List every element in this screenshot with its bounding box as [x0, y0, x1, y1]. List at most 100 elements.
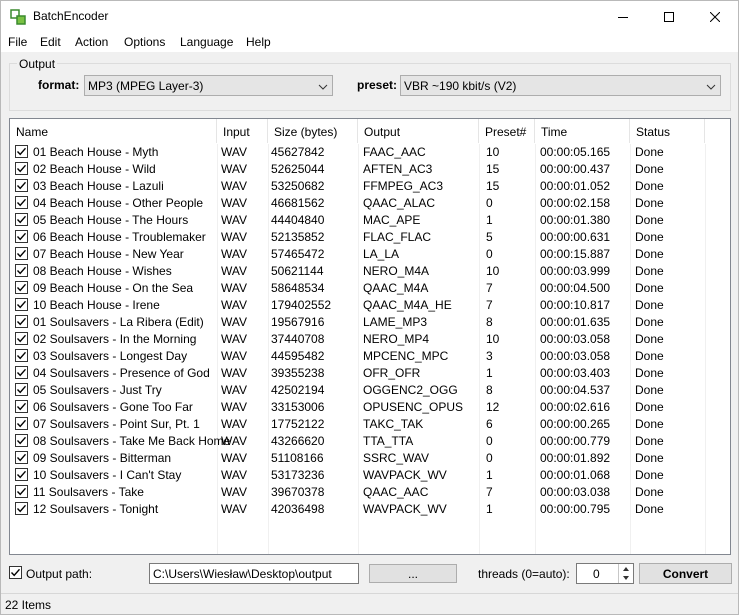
cell-time: 00:00:01.052 — [540, 179, 611, 193]
output-path-label: Output path: — [26, 567, 93, 581]
row-checkbox[interactable] — [15, 502, 28, 515]
table-row[interactable]: 03 Beach House - Lazuli WAV 53250682 FFMPEG… — [10, 178, 730, 195]
table-row[interactable]: 09 Soulsavers - Bitterman WAV 51108166 SSRC… — [10, 450, 730, 467]
menu-action[interactable]: Action — [75, 35, 108, 49]
row-checkbox[interactable] — [15, 434, 28, 447]
close-button[interactable] — [692, 1, 738, 32]
menu-options[interactable]: Options — [124, 35, 165, 49]
row-checkbox[interactable] — [15, 281, 28, 294]
menu-edit[interactable]: Edit — [40, 35, 61, 49]
cell-status: Done — [635, 349, 664, 363]
table-row[interactable]: 10 Beach House - Irene WAV 179402552 QAAC_M… — [10, 297, 730, 314]
spin-down-icon[interactable] — [622, 575, 630, 581]
cell-size: 37440708 — [271, 332, 325, 346]
row-checkbox[interactable] — [15, 264, 28, 277]
menu-file[interactable]: File — [8, 35, 27, 49]
table-row[interactable]: 05 Soulsavers - Just Try WAV 42502194 OGGEN… — [10, 382, 730, 399]
table-row[interactable]: 03 Soulsavers - Longest Day WAV 44595482 MP… — [10, 348, 730, 365]
cell-input: WAV — [221, 468, 247, 482]
column-header-status[interactable]: Status — [630, 119, 705, 143]
threads-stepper[interactable]: 0 — [576, 563, 634, 584]
cell-output: MPCENC_MPC — [363, 349, 449, 363]
threads-spin[interactable] — [618, 564, 633, 583]
column-header-time[interactable]: Time — [535, 119, 630, 143]
row-checkbox[interactable] — [15, 417, 28, 430]
cell-name: 09 Beach House - On the Sea — [33, 281, 194, 295]
cell-name: 05 Soulsavers - Just Try — [33, 383, 162, 397]
cell-time: 00:00:02.158 — [540, 196, 611, 210]
row-checkbox[interactable] — [15, 230, 28, 243]
cell-time: 00:00:04.500 — [540, 281, 611, 295]
table-row[interactable]: 11 Soulsavers - Take WAV 39670378 QAAC_AAC 7… — [10, 484, 730, 501]
table-row[interactable]: 08 Soulsavers - Take Me Back Home WAV 4326… — [10, 433, 730, 450]
table-row[interactable]: 01 Beach House - Myth WAV 45627842 FAAC_AAC… — [10, 144, 730, 161]
row-checkbox[interactable] — [15, 196, 28, 209]
table-row[interactable]: 04 Beach House - Other People WAV 46681562… — [10, 195, 730, 212]
column-header-preset[interactable]: Preset# — [479, 119, 535, 143]
minimize-button[interactable] — [600, 1, 646, 32]
cell-time: 00:00:00.437 — [540, 162, 611, 176]
menu-help[interactable]: Help — [246, 35, 271, 49]
table-row[interactable]: 04 Soulsavers - Presence of God WAV 393552… — [10, 365, 730, 382]
menu-language[interactable]: Language — [180, 35, 233, 49]
row-checkbox[interactable] — [15, 247, 28, 260]
browse-button[interactable]: ... — [369, 564, 457, 583]
checkmark-icon — [16, 504, 27, 513]
output-path-field[interactable]: C:\Users\Wiesław\Desktop\output — [149, 563, 359, 584]
cell-name: 12 Soulsavers - Tonight — [33, 502, 159, 516]
row-checkbox[interactable] — [15, 400, 28, 413]
cell-size: 52135852 — [271, 230, 325, 244]
cell-status: Done — [635, 281, 664, 295]
cell-size: 44595482 — [271, 349, 325, 363]
row-checkbox[interactable] — [15, 332, 28, 345]
cell-preset: 7 — [486, 485, 493, 499]
column-header-output[interactable]: Output — [358, 119, 479, 143]
table-row[interactable]: 01 Soulsavers - La Ribera (Edit) WAV 19567… — [10, 314, 730, 331]
row-checkbox[interactable] — [15, 213, 28, 226]
row-checkbox[interactable] — [15, 145, 28, 158]
cell-status: Done — [635, 162, 664, 176]
table-row[interactable]: 09 Beach House - On the Sea WAV 58648534 QA… — [10, 280, 730, 297]
column-header-size[interactable]: Size (bytes) — [268, 119, 358, 143]
cell-status: Done — [635, 213, 664, 227]
row-checkbox[interactable] — [15, 162, 28, 175]
table-row[interactable]: 02 Soulsavers - In the Morning WAV 3744070… — [10, 331, 730, 348]
output-path-checkbox[interactable] — [9, 566, 22, 579]
spin-up-icon[interactable] — [622, 566, 630, 572]
maximize-button[interactable] — [646, 1, 692, 32]
table-row[interactable]: 06 Beach House - Troublemaker WAV 52135852… — [10, 229, 730, 246]
row-checkbox[interactable] — [15, 468, 28, 481]
cell-input: WAV — [221, 179, 247, 193]
table-row[interactable]: 06 Soulsavers - Gone Too Far WAV 33153006 O… — [10, 399, 730, 416]
format-dropdown[interactable]: MP3 (MPEG Layer-3) — [84, 75, 333, 96]
table-row[interactable]: 12 Soulsavers - Tonight WAV 42036498 WAVPAC… — [10, 501, 730, 518]
table-row[interactable]: 05 Beach House - The Hours WAV 44404840 MAC… — [10, 212, 730, 229]
row-checkbox[interactable] — [15, 485, 28, 498]
file-list[interactable]: Name Input Size (bytes) Output Preset# T… — [9, 118, 731, 555]
row-checkbox[interactable] — [15, 349, 28, 362]
row-checkbox[interactable] — [15, 315, 28, 328]
table-row[interactable]: 08 Beach House - Wishes WAV 50621144 NERO_M… — [10, 263, 730, 280]
column-header-input[interactable]: Input — [217, 119, 268, 143]
minimize-icon — [618, 16, 628, 18]
cell-input: WAV — [221, 230, 247, 244]
convert-button[interactable]: Convert — [639, 563, 732, 584]
column-header-name[interactable]: Name — [10, 119, 217, 143]
table-row[interactable]: 02 Beach House - Wild WAV 52625044 AFTEN_AC… — [10, 161, 730, 178]
cell-input: WAV — [221, 145, 247, 159]
cell-output: FFMPEG_AC3 — [363, 179, 444, 193]
preset-dropdown[interactable]: VBR ~190 kbit/s (V2) — [400, 75, 721, 96]
cell-output: OGGENC2_OGG — [363, 383, 458, 397]
table-row[interactable]: 07 Soulsavers - Point Sur, Pt. 1 WAV 17752… — [10, 416, 730, 433]
row-checkbox[interactable] — [15, 383, 28, 396]
cell-input: WAV — [221, 281, 247, 295]
title-bar[interactable]: BatchEncoder — [1, 1, 738, 32]
table-row[interactable]: 07 Beach House - New Year WAV 57465472 LA_L… — [10, 246, 730, 263]
row-checkbox[interactable] — [15, 451, 28, 464]
cell-output: NERO_MP4 — [363, 332, 430, 346]
row-checkbox[interactable] — [15, 298, 28, 311]
row-checkbox[interactable] — [15, 366, 28, 379]
cell-preset: 6 — [486, 417, 493, 431]
row-checkbox[interactable] — [15, 179, 28, 192]
table-row[interactable]: 10 Soulsavers - I Can't Stay WAV 53173236 W… — [10, 467, 730, 484]
